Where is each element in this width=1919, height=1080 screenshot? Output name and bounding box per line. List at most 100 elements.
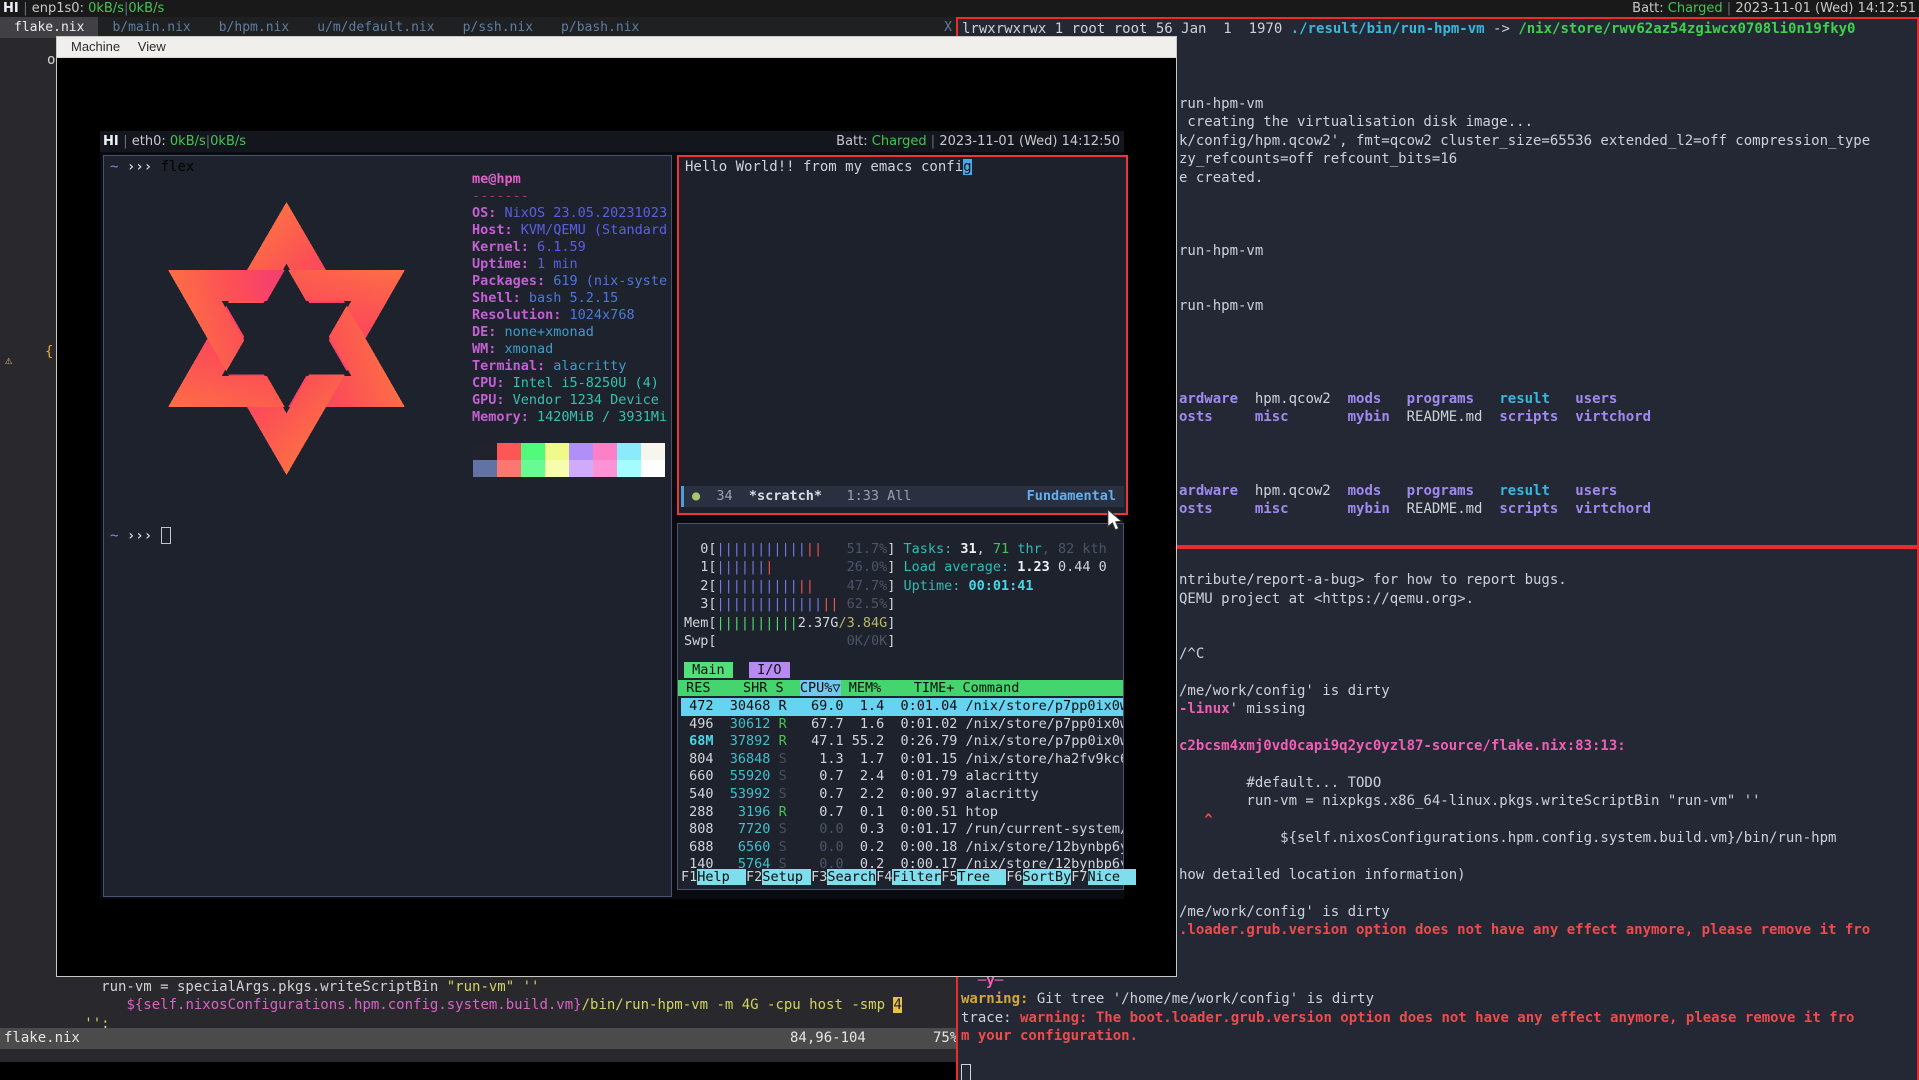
color-swatch (473, 460, 497, 477)
vim-code[interactable]: run-vm = specialArgs.pkgs.writeScriptBin… (0, 978, 902, 1033)
line: RES SHR S CPU%▽ MEM% TIME+ Command (678, 680, 1123, 696)
vm-screen[interactable]: HI | eth0: 0kB/s|0kB/s Batt: Charged | 2… (100, 131, 1124, 899)
vm-terminal-pane[interactable]: ~ ››› flex me@hpm-------OS: NixOS 2 (103, 155, 672, 897)
line (1179, 316, 1870, 334)
line (1179, 334, 1870, 352)
line: ${self.nixosConfigurations.hpm.config.sy… (1179, 829, 1870, 847)
htop-pane[interactable]: 0[||||||||||||| 51.7%] Tasks: 31, 71 thr… (677, 523, 1124, 890)
line: e created. (1179, 169, 1870, 187)
line: Terminal: alacritty (472, 358, 668, 375)
line: Memory: 1420MiB / 3931Mi (472, 409, 668, 426)
line: /^C (1179, 645, 1870, 663)
line: m your configuration. (961, 1027, 1854, 1045)
vim-statusline: flake.nix 84,96-104 75% (0, 1028, 958, 1049)
tab-b-main-nix[interactable]: b/main.nix (98, 17, 204, 38)
tab-flake-nix[interactable]: flake.nix (0, 17, 98, 38)
htop-header[interactable]: RES SHR S CPU%▽ MEM% TIME+ Command (678, 680, 1123, 696)
host-status-bar: HI | enp1s0: 0kB/s|0kB/s Batt: Charged |… (0, 0, 1919, 17)
line (1179, 187, 1870, 205)
color-swatch (473, 443, 497, 460)
vm-battery-clock: Batt: Charged | 2023-11-01 (Wed) 14:12:5… (836, 131, 1120, 152)
line: Batt: Charged | 2023-11-01 (Wed) 14:12:5… (836, 131, 1120, 152)
desktop: HI | enp1s0: 0kB/s|0kB/s Batt: Charged |… (0, 0, 1919, 1080)
line: 660 55920 S 0.7 2.4 0:01.79 alacritty (681, 768, 1123, 786)
htop-meters: 0[||||||||||||| 51.7%] Tasks: 31, 71 thr… (684, 540, 1107, 650)
terminal-output: run-hpm-vm creating the virtualisation d… (1179, 95, 1870, 518)
shell-prompt-flex: ~ ››› flex (110, 159, 194, 175)
line (1179, 608, 1870, 626)
tab-b-hpm-nix[interactable]: b/hpm.nix (205, 17, 303, 38)
color-swatch (569, 460, 593, 477)
tab-p-ssh-nix[interactable]: p/ssh.nix (449, 17, 547, 38)
color-swatch (617, 443, 641, 460)
line: 688 6560 S 0.0 0.2 0:00.18 /nix/store/12… (681, 839, 1123, 857)
line (1179, 445, 1870, 463)
line: osts misc mybin README.md scripts virtch… (1179, 408, 1870, 426)
emacs-buffer-text: Hello World!! from my emacs config (685, 159, 972, 175)
line (1179, 205, 1870, 223)
network-status: HI | enp1s0: 0kB/s|0kB/s (3, 0, 164, 17)
vm-network-status: HI | eth0: 0kB/s|0kB/s (103, 131, 246, 152)
line: 472 30468 R 69.0 1.4 0:01.04 /nix/store/… (681, 698, 1123, 716)
line: run-vm = specialArgs.pkgs.writeScriptBin… (0, 978, 902, 996)
shell-prompt-cursor: ~ ››› (110, 527, 171, 544)
line (961, 1064, 1854, 1080)
color-swatch (593, 443, 617, 460)
neofetch-info: me@hpm-------OS: NixOS 23.05.20231023Hos… (472, 171, 668, 426)
line: ardware hpm.qcow2 mods programs result u… (1179, 482, 1870, 500)
htop-fkey-bar[interactable]: F1Help F2Setup F3SearchF4FilterF5Tree F6… (681, 869, 1136, 885)
line: 0[||||||||||||| 51.7%] Tasks: 31, 71 thr… (684, 540, 1107, 558)
emacs-cursor: g (963, 159, 971, 175)
emacs-pane[interactable]: Hello World!! from my emacs config ● 34 … (677, 155, 1128, 515)
color-swatch (521, 460, 545, 477)
line: WM: xmonad (472, 341, 668, 358)
htop-tabs[interactable]: Main I/O (684, 662, 790, 678)
tab-p-bash-nix[interactable]: p/bash.nix (547, 17, 653, 38)
palette-row (473, 443, 665, 460)
line: -linux' missing (1179, 700, 1870, 718)
line: OS: NixOS 23.05.20231023 (472, 205, 668, 222)
menu-item-machine[interactable]: Machine (71, 39, 120, 54)
color-swatch (641, 460, 665, 477)
line: run-vm = nixpkgs.x86_64-linux.pkgs.write… (1179, 792, 1870, 810)
terminal-output-upper: ntribute/report-a-bug> for how to report… (1179, 553, 1870, 940)
close-icon[interactable]: X (944, 17, 952, 38)
color-swatch (545, 460, 569, 477)
line: #default... TODO (1179, 774, 1870, 792)
line: Swp[ 0K/0K] (684, 632, 1107, 650)
line: 68M 37892 R 47.1 55.2 0:26.79 /nix/store… (681, 733, 1123, 751)
line (1179, 848, 1870, 866)
emacs-buffer-status: ● 34 *scratch* 1:33 All (692, 486, 911, 507)
terminal-output-lower: ─y─warning: Git tree '/home/me/work/conf… (961, 972, 1854, 1080)
line: run-hpm-vm (1179, 242, 1870, 260)
line: 1[||||||| 26.0%] Load average: 1.23 0.44… (684, 558, 1107, 576)
line (1179, 884, 1870, 902)
color-swatch (497, 443, 521, 460)
warning-sign-icon: ⚠ (5, 353, 12, 367)
color-swatch (593, 460, 617, 477)
line: HI | eth0: 0kB/s|0kB/s (103, 131, 246, 152)
line: ● 34 *scratch* 1:33 All (692, 486, 911, 507)
line: Mem[||||||||||2.37G/3.84G] (684, 614, 1107, 632)
line: me@hpm (472, 171, 668, 188)
line: run-hpm-vm (1179, 297, 1870, 315)
line (1179, 353, 1870, 371)
line: run-hpm-vm (1179, 95, 1870, 113)
line: Shell: bash 5.2.15 (472, 290, 668, 307)
line: how detailed location information) (1179, 866, 1870, 884)
line: 496 30612 R 67.7 1.6 0:01.02 /nix/store/… (681, 716, 1123, 734)
menu-item-view[interactable]: View (138, 39, 166, 54)
color-swatch (569, 443, 593, 460)
line: 808 7720 S 0.0 0.3 0:01.17 /run/current-… (681, 821, 1123, 839)
line (1179, 755, 1870, 773)
qemu-window[interactable]: Machine View HI | eth0: 0kB/s|0kB/s Batt… (56, 36, 1177, 977)
line: HI | enp1s0: 0kB/s|0kB/s (3, 0, 164, 17)
line: ^ (1179, 811, 1870, 829)
tab-u-m-default-nix[interactable]: u/m/default.nix (303, 17, 448, 38)
color-swatch (617, 460, 641, 477)
line: 3[||||||||||||||| 62.5%] (684, 595, 1107, 613)
htop-process-rows[interactable]: 472 30468 R 69.0 1.4 0:01.04 /nix/store/… (681, 698, 1123, 874)
line: Kernel: 6.1.59 (472, 239, 668, 256)
line (1179, 261, 1870, 279)
line: ~ ››› (110, 527, 171, 544)
